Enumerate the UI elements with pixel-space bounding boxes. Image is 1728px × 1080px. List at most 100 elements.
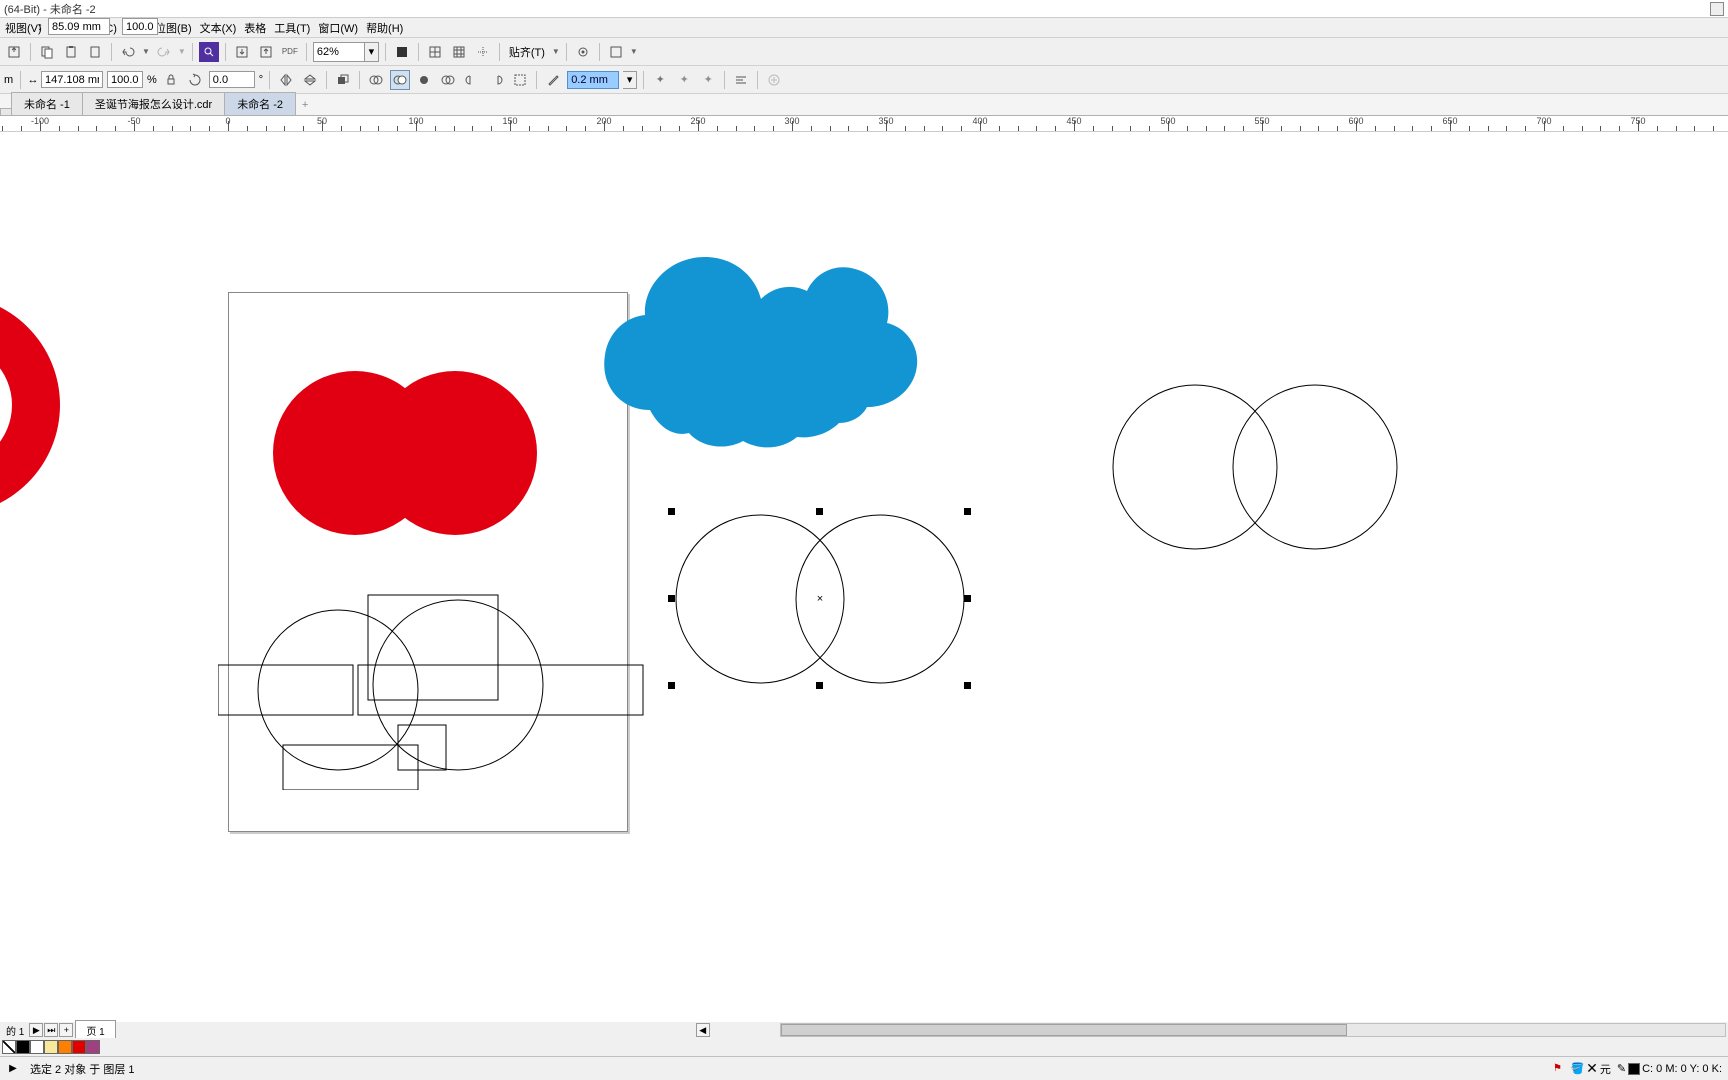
add-icon[interactable]	[764, 70, 784, 90]
launch-icon[interactable]	[606, 42, 626, 62]
fullscreen-icon[interactable]	[392, 42, 412, 62]
rotate-icon[interactable]	[185, 70, 205, 90]
zoom-combo[interactable]: ▾	[313, 42, 379, 62]
menu-tools[interactable]: 工具(T)	[271, 19, 313, 37]
outline-color-label: C: 0 M: 0 Y: 0 K:	[1642, 1063, 1722, 1075]
page-add-icon[interactable]: +	[59, 1023, 73, 1037]
status-play-icon[interactable]: ▶	[6, 1062, 20, 1076]
zoom-dropdown-icon[interactable]: ▾	[364, 43, 378, 61]
to-front-icon[interactable]	[333, 70, 353, 90]
redo-icon[interactable]	[154, 42, 174, 62]
status-flag-icon[interactable]: ⚑	[1550, 1062, 1564, 1076]
scroll-left-icon[interactable]: ◀	[696, 1023, 710, 1037]
outline-indicator[interactable]: ✎ C: 0 M: 0 Y: 0 K:	[1617, 1062, 1722, 1075]
fill-none-label: 元	[1600, 1061, 1611, 1077]
fill-indicator[interactable]: 🪣 ✕ 元	[1570, 1060, 1610, 1077]
y-position-input[interactable]	[48, 18, 110, 35]
page-last-icon[interactable]: ⏭	[44, 1023, 58, 1037]
property-bar: m ↔ % ↕ ° ▾ ✦ ✦ ✦	[0, 66, 1728, 94]
menu-bitmap[interactable]: 位图(B)	[152, 19, 195, 37]
horizontal-ruler[interactable]: -100-50050100150200250300350400450500550…	[0, 116, 1728, 132]
swatch-yellow[interactable]	[44, 1040, 58, 1054]
export-icon[interactable]	[4, 42, 24, 62]
search-icon[interactable]	[199, 42, 219, 62]
lock-ratio-icon[interactable]	[161, 70, 181, 90]
boundary-icon[interactable]	[510, 70, 530, 90]
weld-icon[interactable]	[366, 70, 386, 90]
selected-circles[interactable]: ×	[665, 508, 975, 690]
paste-icon[interactable]	[61, 42, 81, 62]
swatch-red[interactable]	[72, 1040, 86, 1054]
mirror-v-icon[interactable]	[300, 70, 320, 90]
swatch-purple[interactable]	[86, 1040, 100, 1054]
x-position-input[interactable]	[41, 71, 103, 88]
selection-handle-e[interactable]	[964, 595, 971, 602]
selection-handle-nw[interactable]	[668, 508, 675, 515]
import-icon[interactable]	[232, 42, 252, 62]
selection-handle-sw[interactable]	[668, 682, 675, 689]
main-toolbar: ▼ ▼ PDF ▾ 贴齐(T) ▼ ▼	[0, 38, 1728, 66]
back-minus-front-icon[interactable]	[486, 70, 506, 90]
scale-x-input[interactable]	[107, 71, 143, 88]
effect1-icon[interactable]: ✦	[650, 70, 670, 90]
selection-handle-se[interactable]	[964, 682, 971, 689]
grid-icon[interactable]	[425, 42, 445, 62]
snap-label[interactable]: 贴齐(T)	[506, 44, 548, 60]
undo-icon[interactable]	[118, 42, 138, 62]
canvas[interactable]: ×	[0, 132, 1728, 1022]
red-venn-shape[interactable]	[265, 368, 545, 538]
zoom-input[interactable]	[314, 43, 364, 61]
selection-handle-s[interactable]	[816, 682, 823, 689]
swatch-black[interactable]	[16, 1040, 30, 1054]
scroll-thumb[interactable]	[781, 1024, 1348, 1036]
page-next-icon[interactable]: ▶	[29, 1023, 43, 1037]
outline-swatch	[1628, 1063, 1640, 1075]
outline-pen-small-icon: ✎	[1617, 1062, 1626, 1075]
menu-window[interactable]: 窗口(W)	[315, 19, 361, 37]
snap-icon[interactable]	[473, 42, 493, 62]
mirror-h-icon[interactable]	[276, 70, 296, 90]
swatch-none[interactable]	[2, 1040, 16, 1054]
window-control-icon[interactable]	[1710, 2, 1724, 16]
swatch-white[interactable]	[30, 1040, 44, 1054]
effect2-icon[interactable]: ✦	[674, 70, 694, 90]
simplify-icon[interactable]	[438, 70, 458, 90]
degree-label: °	[259, 74, 263, 86]
unit-label: m	[4, 74, 14, 86]
export2-icon[interactable]	[256, 42, 276, 62]
rotation-input[interactable]	[209, 71, 255, 88]
page-navigator: 的 1 ▶ ⏭ + 页 1 ◀	[0, 1022, 1728, 1038]
tab-add-button[interactable]: +	[295, 95, 315, 115]
tab-doc2[interactable]: 圣诞节海报怎么设计.cdr	[82, 92, 225, 115]
copy-icon[interactable]	[37, 42, 57, 62]
outline-width-input[interactable]	[567, 71, 619, 89]
clipboard-icon[interactable]	[85, 42, 105, 62]
options-icon[interactable]	[573, 42, 593, 62]
outline-pen-icon[interactable]	[543, 70, 563, 90]
window-title: (64-Bit) - 未命名 -2	[4, 1, 96, 17]
swatch-orange[interactable]	[58, 1040, 72, 1054]
effect3-icon[interactable]: ✦	[698, 70, 718, 90]
selection-handle-ne[interactable]	[964, 508, 971, 515]
scale-y-input[interactable]	[122, 18, 158, 35]
menu-text[interactable]: 文本(X)	[197, 19, 240, 37]
intersect-icon[interactable]	[414, 70, 434, 90]
guides-icon[interactable]	[449, 42, 469, 62]
trim-icon[interactable]	[390, 70, 410, 90]
selection-handle-w[interactable]	[668, 595, 675, 602]
menu-help[interactable]: 帮助(H)	[363, 19, 406, 37]
horizontal-scrollbar[interactable]	[780, 1023, 1726, 1037]
outline-dropdown-icon[interactable]: ▾	[623, 71, 637, 89]
menu-table[interactable]: 表格	[241, 19, 269, 37]
tab-doc3[interactable]: 未命名 -2	[224, 92, 296, 115]
outline-circles-right[interactable]	[1110, 382, 1400, 552]
pdf-icon[interactable]: PDF	[280, 42, 300, 62]
align-icon[interactable]	[731, 70, 751, 90]
red-ring-shape[interactable]	[0, 292, 100, 518]
selection-handle-n[interactable]	[816, 508, 823, 515]
blue-cloud-shape[interactable]	[590, 240, 930, 462]
overlapping-shapes[interactable]	[218, 590, 648, 790]
tab-doc1[interactable]: 未命名 -1	[11, 92, 83, 115]
front-minus-back-icon[interactable]	[462, 70, 482, 90]
title-bar: (64-Bit) - 未命名 -2	[0, 0, 1728, 18]
